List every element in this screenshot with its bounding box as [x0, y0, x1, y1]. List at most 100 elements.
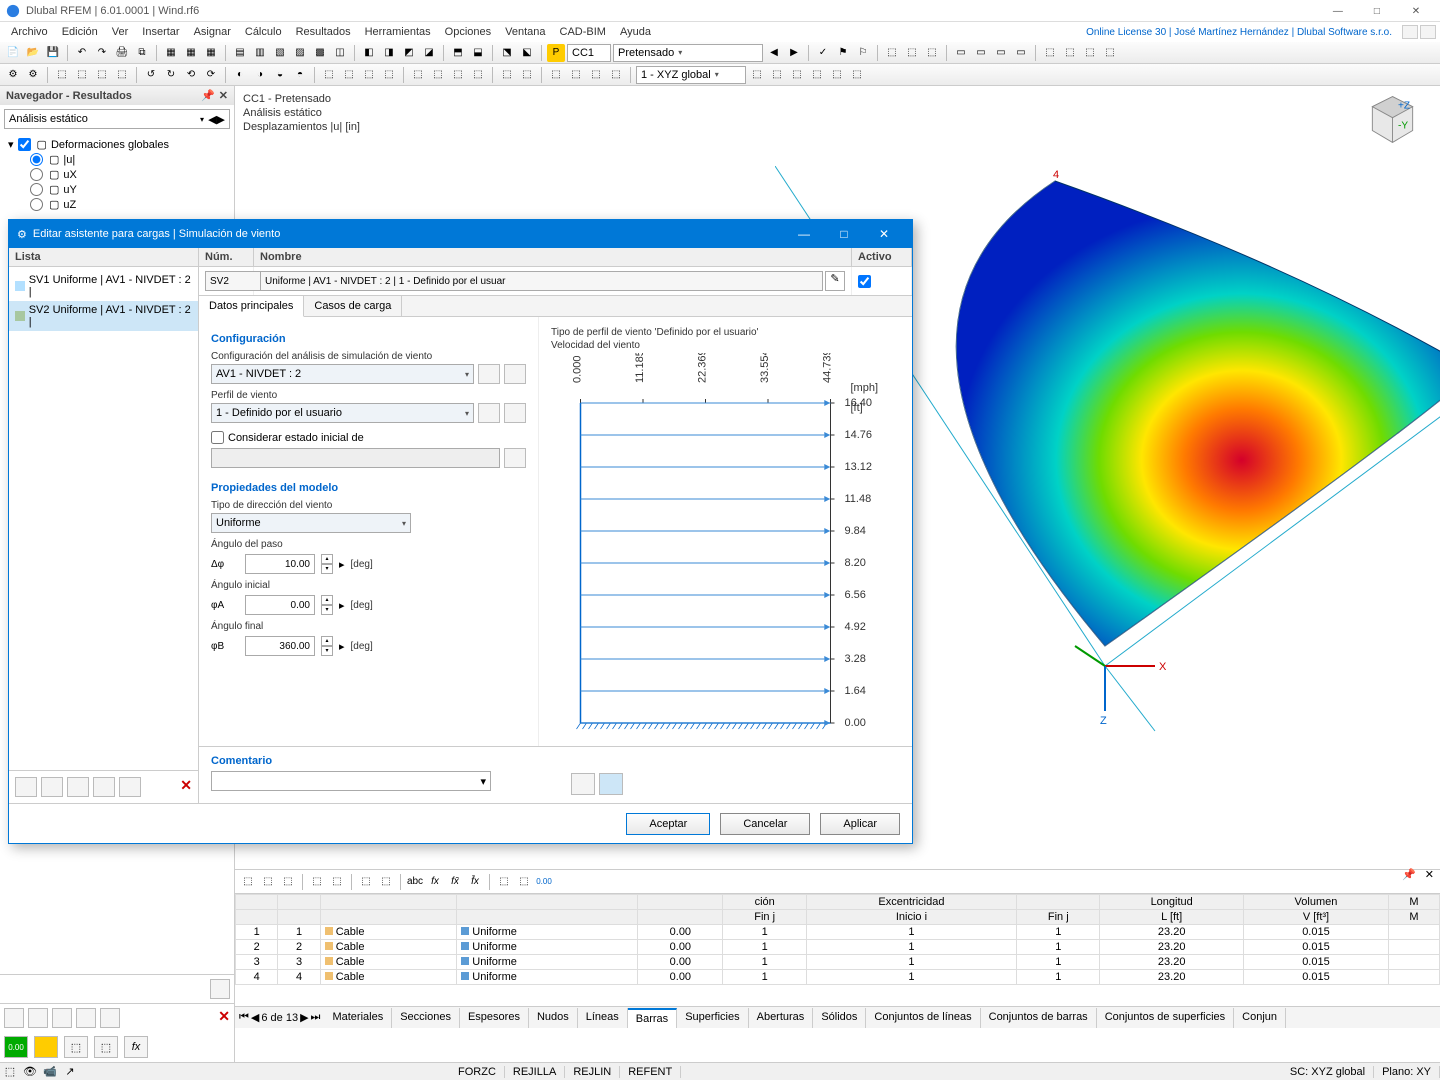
table-cell[interactable]: 1 — [236, 925, 278, 940]
nav-btn-1[interactable] — [4, 1008, 24, 1028]
table-row[interactable]: 33CableUniforme0.0011123.200.015 — [236, 955, 1440, 970]
table-subheader[interactable] — [320, 910, 457, 925]
table-cell[interactable]: Uniforme — [457, 970, 638, 985]
table-tab-conjun[interactable]: Conjun — [1234, 1008, 1286, 1028]
tab-first-icon[interactable]: ⏮ — [239, 1011, 249, 1024]
menu-resultados[interactable]: Resultados — [289, 24, 358, 40]
table-header[interactable] — [236, 895, 278, 910]
table-pin-icon[interactable]: 📌 — [1402, 869, 1416, 881]
cancel-button[interactable]: Cancelar — [720, 813, 810, 835]
table-cell[interactable]: 0.00 — [638, 940, 723, 955]
tb-icon-32[interactable]: ⬚ — [1081, 44, 1099, 62]
sb-icon-2[interactable]: 👁 — [20, 1065, 40, 1078]
table-cell[interactable]: 4 — [278, 970, 320, 985]
inicial-input[interactable] — [245, 595, 315, 615]
table-cell[interactable]: 1 — [1017, 970, 1100, 985]
window-close-button[interactable] — [1420, 25, 1436, 39]
nav-btn-a[interactable] — [210, 979, 230, 999]
tree-item-uY[interactable]: ▢ uY — [8, 182, 226, 197]
tb2-icon-13[interactable]: ◒ — [271, 66, 289, 84]
chart-btn-2[interactable] — [599, 773, 623, 795]
tree-radio[interactable] — [30, 153, 43, 166]
tb-icon-23[interactable]: ⬚ — [883, 44, 901, 62]
tb2-icon-5[interactable]: ⬚ — [93, 66, 111, 84]
tb2-icon-31[interactable]: ⬚ — [788, 66, 806, 84]
members-table[interactable]: ciónExcentricidadLongitudVolumenM Fin jI… — [235, 894, 1440, 985]
tb2-icon-10[interactable]: ⟳ — [202, 66, 220, 84]
table-cell[interactable]: 1 — [806, 940, 1016, 955]
final-spinner[interactable]: ▴▾ — [321, 636, 333, 656]
nombre-input[interactable] — [260, 271, 823, 291]
menu-asignar[interactable]: Asignar — [187, 24, 238, 40]
table-cell[interactable]: 1 — [278, 925, 320, 940]
menu-archivo[interactable]: Archivo — [4, 24, 55, 40]
tt-icon-12[interactable]: ⬚ — [495, 873, 513, 891]
table-cell[interactable]: Uniforme — [457, 955, 638, 970]
table-cell[interactable]: 0.015 — [1243, 955, 1388, 970]
tt-icon-3[interactable]: ⬚ — [279, 873, 297, 891]
list-btn-5[interactable] — [119, 777, 141, 797]
paso-input[interactable] — [245, 554, 315, 574]
tab-prev-icon[interactable]: ◀ — [251, 1011, 259, 1024]
tb-icon-12[interactable]: ◩ — [400, 44, 418, 62]
next-lc-icon[interactable]: ▶ — [785, 44, 803, 62]
menu-ver[interactable]: Ver — [105, 24, 136, 40]
table-cell[interactable]: Cable — [320, 970, 457, 985]
tb-icon-24[interactable]: ⬚ — [903, 44, 921, 62]
tb-icon-3[interactable]: ▦ — [202, 44, 220, 62]
table-header[interactable]: Excentricidad — [806, 895, 1016, 910]
table-cell[interactable]: Cable — [320, 940, 457, 955]
apply-button[interactable]: Aplicar — [820, 813, 900, 835]
tree-item-uX[interactable]: ▢ uX — [8, 167, 226, 182]
activo-checkbox[interactable] — [858, 275, 871, 288]
perfil-edit-icon[interactable] — [504, 403, 526, 423]
tb-icon-8[interactable]: ▩ — [311, 44, 329, 62]
menu-herramientas[interactable]: Herramientas — [358, 24, 438, 40]
new-icon[interactable]: 📄 — [4, 44, 22, 62]
tb2-icon-16[interactable]: ⬚ — [340, 66, 358, 84]
tree-radio[interactable] — [30, 168, 43, 181]
results-fx-icon[interactable]: fx — [124, 1036, 148, 1058]
dialog-maximize-button[interactable]: □ — [824, 227, 864, 241]
table-cell[interactable] — [1389, 925, 1440, 940]
view-combo[interactable]: 1 - XYZ global▾ — [636, 66, 746, 84]
table-cell[interactable]: 0.00 — [638, 925, 723, 940]
table-subheader[interactable]: Inicio i — [806, 910, 1016, 925]
nav-btn-5[interactable] — [100, 1008, 120, 1028]
pin-icon[interactable]: 📌 — [201, 89, 215, 102]
table-subheader[interactable]: M — [1389, 910, 1440, 925]
tt-fx-icon[interactable]: fx — [426, 873, 444, 891]
tb-icon-1[interactable]: ▦ — [162, 44, 180, 62]
table-cell[interactable]: 3 — [278, 955, 320, 970]
table-cell[interactable]: 23.20 — [1100, 940, 1243, 955]
tt-icon-7[interactable]: ⬚ — [377, 873, 395, 891]
nav-btn-2[interactable] — [28, 1008, 48, 1028]
tb2-icon-33[interactable]: ⬚ — [828, 66, 846, 84]
tt-icon-13[interactable]: ⬚ — [515, 873, 533, 891]
table-header[interactable]: M — [1389, 895, 1440, 910]
tb2-icon-8[interactable]: ↻ — [162, 66, 180, 84]
table-cell[interactable]: 0.00 — [638, 955, 723, 970]
list-btn-4[interactable] — [93, 777, 115, 797]
table-cell[interactable]: 2 — [278, 940, 320, 955]
table-subheader[interactable] — [236, 910, 278, 925]
table-header[interactable] — [1017, 895, 1100, 910]
close-button[interactable]: ✕ — [1398, 6, 1434, 17]
accept-button[interactable]: Aceptar — [626, 813, 710, 835]
tb2-icon-19[interactable]: ⬚ — [409, 66, 427, 84]
inicial-menu-icon[interactable]: ▸ — [339, 599, 345, 612]
lc-type-icon[interactable]: P — [547, 44, 565, 62]
tb-icon-13[interactable]: ◪ — [420, 44, 438, 62]
tb-icon-29[interactable]: ▭ — [1012, 44, 1030, 62]
tb-icon-10[interactable]: ◧ — [360, 44, 378, 62]
list-delete-button[interactable]: ✕ — [180, 777, 192, 797]
analisis-edit-icon[interactable] — [504, 364, 526, 384]
statusbar-forzc[interactable]: FORZC — [450, 1066, 505, 1078]
tb-icon-7[interactable]: ▨ — [291, 44, 309, 62]
tt-icon-6[interactable]: ⬚ — [357, 873, 375, 891]
table-cell[interactable]: 4 — [236, 970, 278, 985]
tb-icon-22[interactable]: ⚐ — [854, 44, 872, 62]
print-icon[interactable]: 🖨 — [113, 44, 131, 62]
table-close-icon[interactable]: ✕ — [1425, 869, 1434, 881]
menu-opciones[interactable]: Opciones — [438, 24, 498, 40]
